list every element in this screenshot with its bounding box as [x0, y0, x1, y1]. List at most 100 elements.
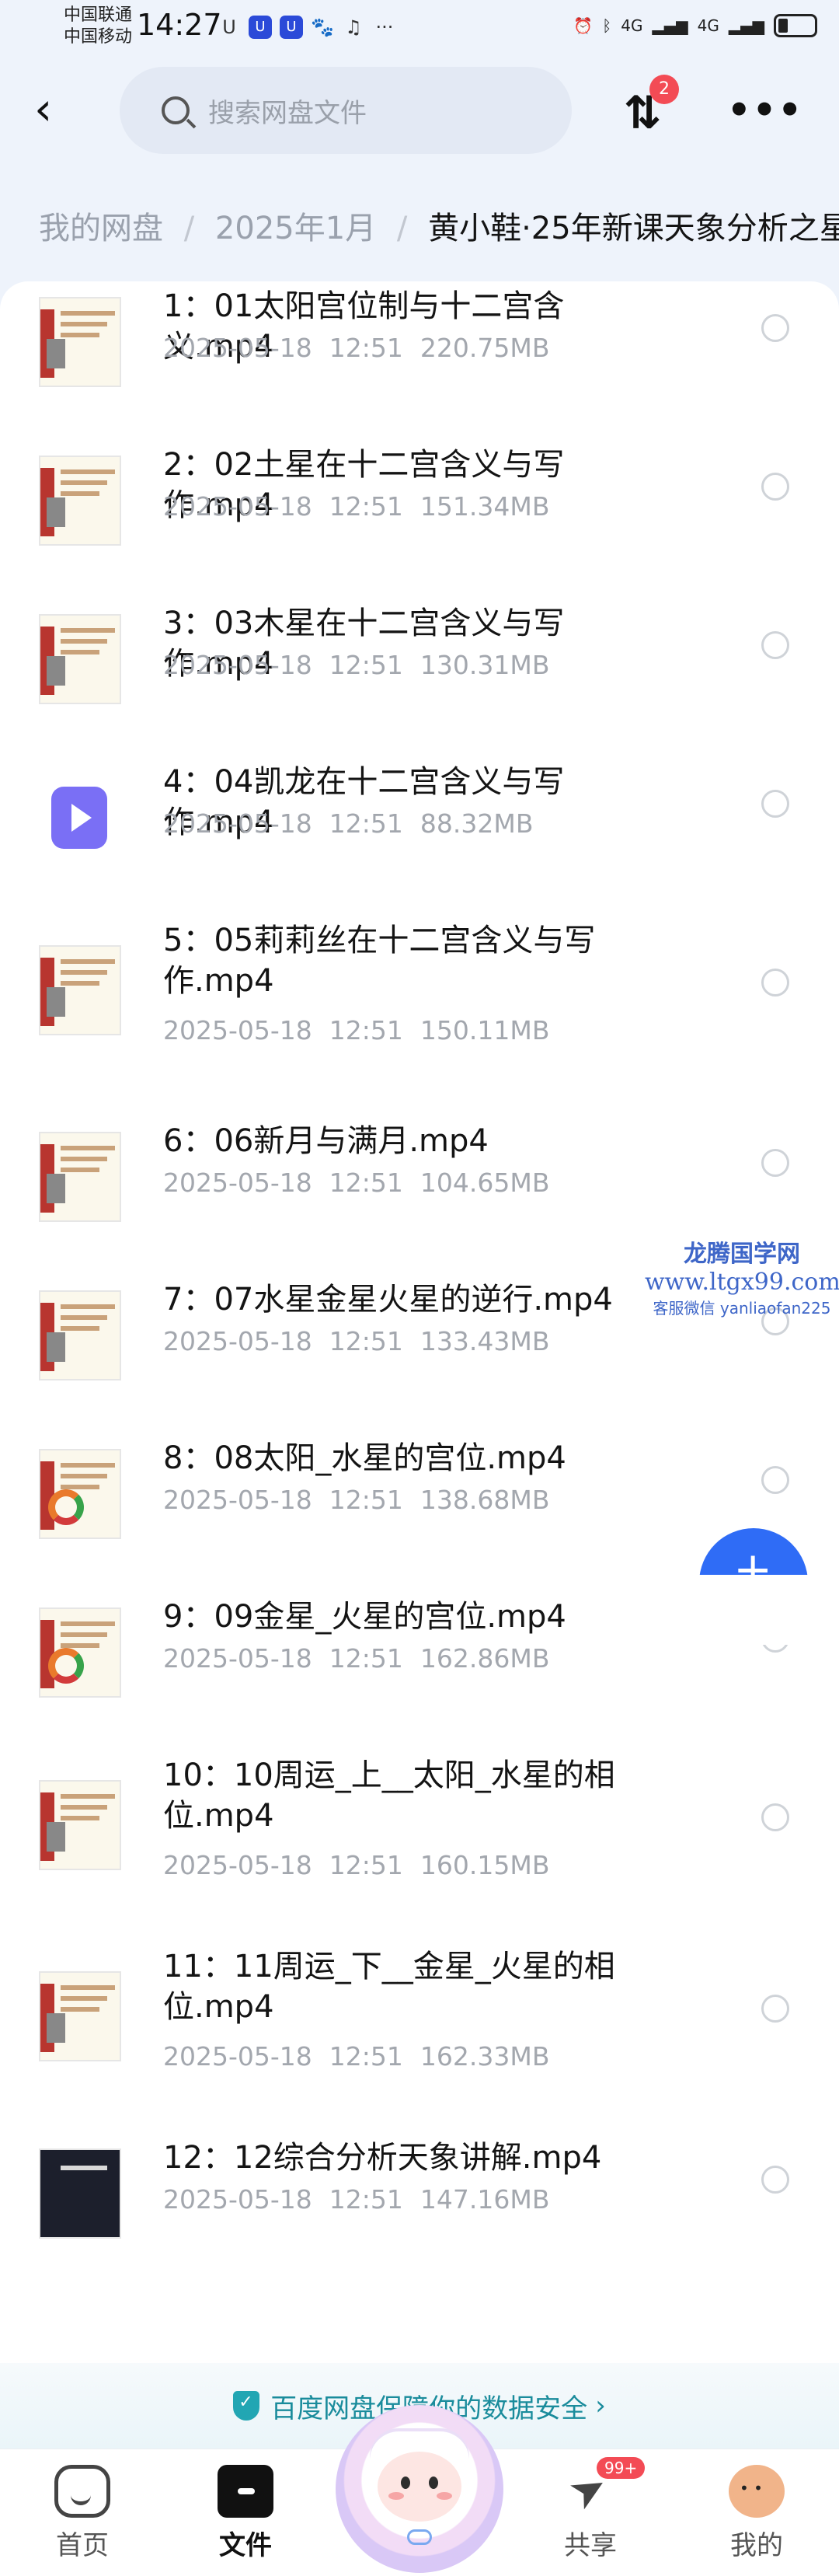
transfer-list-button[interactable]: ⇅ 2	[615, 75, 679, 140]
select-checkbox[interactable]	[761, 2166, 789, 2194]
play-icon	[51, 787, 107, 849]
file-size: 151.34MB	[420, 491, 550, 522]
back-icon[interactable]: ‹	[34, 86, 78, 135]
search-placeholder: 搜索网盘文件	[208, 97, 367, 129]
thumbnail-chart	[48, 1648, 84, 1684]
file-row[interactable]: 11：11周运_下__金星_火星的相位.mp4 2025-05-18 12:51 16…	[0, 1949, 839, 2152]
thumbnail-line	[61, 2166, 107, 2170]
file-row[interactable]: 4：04凯龙在十二宫含义与写作.mp4 2025-05-18 12:51 88.32M…	[0, 764, 839, 928]
file-date: 2025-05-18	[163, 2041, 312, 2072]
file-name: 5：05莉莉丝在十二宫含义与写作.mp4	[163, 923, 596, 999]
more-notifications-icon: ···	[375, 16, 394, 38]
breadcrumb-separator: /	[183, 211, 195, 246]
file-date: 2025-05-18	[163, 1168, 312, 1198]
thumbnail-line	[61, 1157, 107, 1161]
file-size: 133.43MB	[420, 1326, 550, 1356]
video-thumbnail	[39, 456, 121, 546]
file-row[interactable]: 2：02土星在十二宫含义与写作.mp4 2025-05-18 12:51 151.34…	[0, 447, 839, 611]
thumbnail-photo	[47, 656, 65, 686]
breadcrumb-root[interactable]: 我的网盘	[39, 211, 163, 246]
mascot-assistant-button[interactable]	[336, 2405, 503, 2573]
select-checkbox[interactable]	[761, 790, 789, 818]
file-name: 10：10周运_上__太阳_水星的相位.mp4	[163, 1757, 615, 1834]
thumbnail-photo	[47, 497, 65, 527]
video-file-icon	[39, 773, 121, 863]
file-name: 8：08太阳_水星的宫位.mp4	[163, 1440, 566, 1476]
watermark: 龙腾国学网 www.ltgx99.com 客服微信 yanliaofan225	[645, 1234, 839, 1318]
thumbnail-line	[61, 2007, 99, 2012]
file-time: 12:51	[329, 491, 403, 522]
thumbnail-line	[61, 628, 115, 633]
file-name: 6：06新月与满月.mp4	[163, 1123, 489, 1159]
select-checkbox[interactable]	[761, 314, 789, 342]
file-time: 12:51	[329, 2184, 403, 2215]
breadcrumb: 我的网盘 / 2025年1月 / 黄小鞋·25年新课天象分析之星	[39, 199, 839, 258]
transfer-badge: 2	[649, 75, 679, 104]
thumbnail-line	[61, 1304, 115, 1309]
file-size: 162.86MB	[420, 1643, 550, 1674]
select-checkbox[interactable]	[761, 1803, 789, 1831]
more-menu-icon[interactable]: •••	[727, 92, 803, 129]
thumbnail-line	[61, 639, 107, 644]
clock: 14:27	[137, 8, 222, 42]
file-meta: 2025-05-18 12:51 104.65MB	[163, 1168, 566, 1198]
file-date: 2025-05-18	[163, 491, 312, 522]
select-checkbox[interactable]	[761, 1466, 789, 1494]
status-bar: 中国联通 中国移动 14:27 U U U 🐾 ♫ ··· ⏰ ᛒ 4G ▂▄▆…	[0, 0, 839, 56]
thumbnail-line	[61, 970, 107, 975]
file-meta: 2025-05-18 12:51 138.68MB	[163, 1485, 566, 1515]
watermark-url: www.ltgx99.com	[645, 1269, 839, 1296]
mascot-face	[378, 2452, 461, 2522]
video-thumbnail	[39, 1780, 121, 1870]
file-row[interactable]: 1：01太阳宫位制与十二宫含义.mp4 2025-05-18 12:51 220.75…	[0, 288, 839, 452]
file-size: 104.65MB	[420, 1168, 550, 1198]
file-time: 12:51	[329, 1326, 403, 1356]
search-input[interactable]: 搜索网盘文件	[120, 67, 572, 154]
select-checkbox[interactable]	[761, 631, 789, 659]
select-checkbox[interactable]	[761, 1149, 789, 1177]
file-row[interactable]: 5：05莉莉丝在十二宫含义与写作.mp4 2025-05-18 12:51 150.1…	[0, 923, 839, 1126]
file-date: 2025-05-18	[163, 333, 312, 363]
mascot-eye	[401, 2477, 410, 2489]
network-label: 4G	[621, 16, 643, 35]
file-time: 12:51	[329, 650, 403, 680]
file-date: 2025-05-18	[163, 1850, 312, 1880]
thumbnail-line	[61, 981, 99, 986]
thumbnail-line	[61, 1805, 107, 1810]
select-checkbox[interactable]	[761, 473, 789, 501]
thumbnail-line	[61, 1326, 99, 1331]
nav-me[interactable]: 我的	[702, 2465, 811, 2562]
select-checkbox[interactable]	[761, 1995, 789, 2023]
select-checkbox[interactable]	[761, 969, 789, 997]
breadcrumb-folder[interactable]: 2025年1月	[215, 211, 376, 246]
breadcrumb-current: 黄小鞋·25年新课天象分析之星	[428, 211, 839, 246]
thumbnail-line	[61, 1816, 99, 1820]
file-meta: 2025-05-18 12:51 147.16MB	[163, 2184, 566, 2215]
file-row[interactable]: 10：10周运_上__太阳_水星的相位.mp4 2025-05-18 12:51 16…	[0, 1757, 839, 1960]
file-size: 220.75MB	[420, 333, 550, 363]
thumbnail-line	[61, 491, 99, 496]
battery-icon	[774, 14, 817, 37]
file-size: 162.33MB	[420, 2041, 550, 2072]
thumbnail-photo	[47, 1822, 65, 1852]
video-thumbnail	[39, 945, 121, 1035]
file-size: 88.32MB	[420, 808, 534, 839]
file-meta: 2025-05-18 12:51 133.43MB	[163, 1326, 566, 1356]
file-time: 12:51	[329, 1850, 403, 1880]
file-row[interactable]: 12：12综合分析天象讲解.mp4 2025-05-18 12:51 147.16MB	[0, 2140, 839, 2304]
file-row[interactable]: 3：03木星在十二宫含义与写作.mp4 2025-05-18 12:51 130.31…	[0, 606, 839, 770]
thumbnail-chart	[48, 1489, 84, 1525]
nav-files[interactable]: 文件	[191, 2465, 300, 2562]
shield-u-icon: U	[222, 16, 236, 38]
file-size: 138.68MB	[420, 1485, 550, 1515]
file-meta: 2025-05-18 12:51 160.15MB	[163, 1850, 566, 1880]
nav-share[interactable]: 99+ 共享	[536, 2457, 646, 2562]
file-time: 12:51	[329, 1485, 403, 1515]
nav-home-label: 首页	[56, 2530, 109, 2561]
file-list: 1：01太阳宫位制与十二宫含义.mp4 2025-05-18 12:51 220.75…	[0, 281, 839, 2365]
nav-home[interactable]: 首页	[28, 2465, 137, 2562]
signal-icon: ▂▄▆	[652, 16, 688, 35]
thumbnail-line	[61, 469, 115, 474]
file-date: 2025-05-18	[163, 1326, 312, 1356]
share-badge: 99+	[597, 2457, 646, 2479]
